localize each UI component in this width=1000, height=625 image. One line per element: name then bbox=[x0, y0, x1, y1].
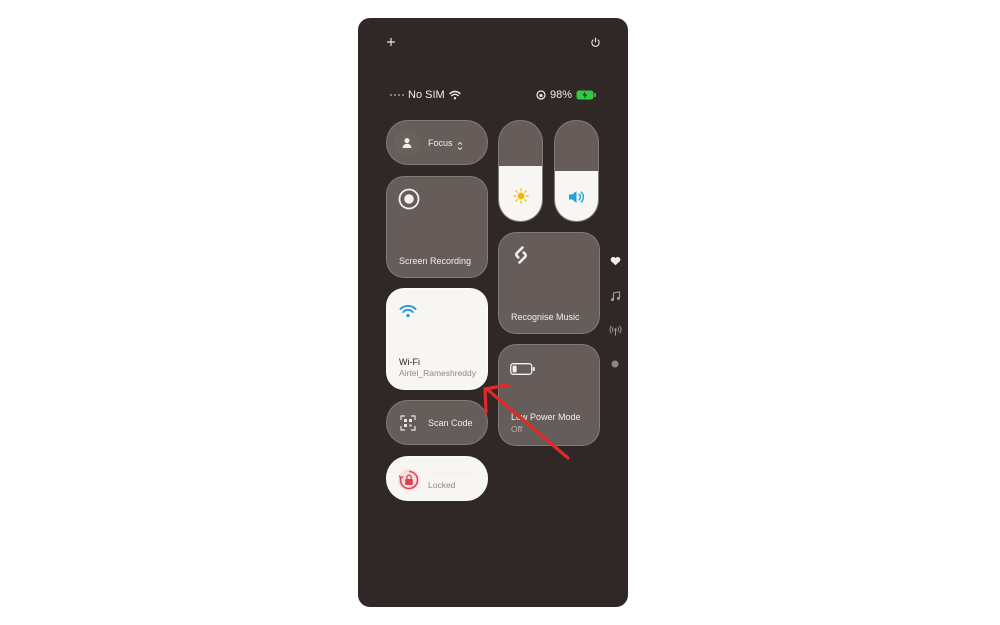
orientation-lock-status-icon bbox=[536, 90, 546, 100]
low-power-mode-tile[interactable]: Low Power Mode Off bbox=[498, 344, 600, 446]
brightness-slider[interactable] bbox=[498, 120, 543, 222]
plus-icon[interactable] bbox=[384, 35, 398, 49]
screen-recording-label: Screen Recording bbox=[399, 256, 472, 266]
orientation-label: Orientation bbox=[428, 468, 473, 478]
low-power-mode-status: Off bbox=[511, 424, 523, 434]
antenna-icon[interactable] bbox=[608, 323, 622, 337]
wifi-label: Wi-Fi bbox=[399, 357, 420, 367]
focus-label: Focus bbox=[428, 138, 453, 148]
battery-charging-icon bbox=[576, 90, 597, 100]
control-center: No SIM 98% Focus Screen Recording Recogn… bbox=[358, 18, 628, 607]
battery-percent: 98% bbox=[550, 89, 573, 101]
recognise-music-label: Recognise Music bbox=[511, 312, 580, 322]
record-icon bbox=[398, 188, 420, 215]
orientation-status: Locked bbox=[428, 480, 456, 490]
speaker-icon bbox=[568, 190, 586, 209]
power-icon[interactable] bbox=[588, 35, 602, 49]
sun-icon bbox=[512, 188, 529, 209]
qr-scan-icon bbox=[400, 415, 416, 436]
wifi-icon bbox=[399, 304, 417, 323]
scan-code-label: Scan Code bbox=[428, 418, 473, 428]
wifi-network-name: Airtel_Rameshreddy bbox=[399, 368, 477, 378]
scan-code-button[interactable]: Scan Code bbox=[386, 400, 488, 445]
person-icon bbox=[394, 130, 420, 156]
heart-icon[interactable] bbox=[608, 254, 622, 268]
focus-button[interactable]: Focus bbox=[386, 120, 488, 165]
carrier-label: No SIM bbox=[408, 89, 445, 101]
signal-dots-icon bbox=[390, 94, 404, 96]
orientation-lock-button[interactable]: Orientation Locked bbox=[386, 456, 488, 501]
shazam-icon bbox=[510, 244, 532, 271]
status-bar-right: 98% bbox=[536, 88, 597, 102]
screen-recording-tile[interactable]: Screen Recording bbox=[386, 176, 488, 278]
status-bar-left: No SIM bbox=[390, 88, 461, 102]
music-note-icon[interactable] bbox=[608, 289, 622, 303]
volume-slider[interactable] bbox=[554, 120, 599, 222]
wifi-status-icon bbox=[448, 90, 461, 100]
recognise-music-tile[interactable]: Recognise Music bbox=[498, 232, 600, 334]
dot-icon[interactable] bbox=[608, 357, 622, 371]
low-power-mode-label: Low Power Mode bbox=[511, 412, 581, 422]
wifi-tile[interactable]: Wi-Fi Airtel_Rameshreddy bbox=[386, 288, 488, 390]
chevron-up-down-icon bbox=[457, 138, 463, 156]
orientation-lock-icon bbox=[397, 468, 421, 497]
battery-icon bbox=[510, 362, 536, 380]
